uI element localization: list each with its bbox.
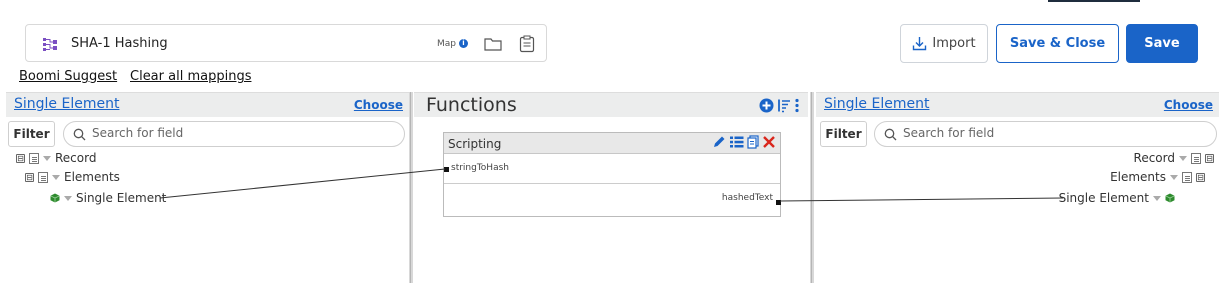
save-and-close-button[interactable]: Save & Close <box>996 24 1119 63</box>
destination-tree-single-element[interactable]: Single Element <box>1059 190 1175 206</box>
source-choose-link[interactable]: Choose <box>354 98 403 112</box>
search-icon <box>884 128 897 141</box>
sort-icon[interactable] <box>777 98 791 113</box>
source-pane-header: Single Element Choose <box>6 93 409 117</box>
info-icon[interactable]: i <box>459 39 468 48</box>
tree-item-label: Single Element <box>1058 191 1149 205</box>
input-port[interactable] <box>444 167 449 172</box>
source-tree-record[interactable]: ⊟ Record <box>16 150 96 166</box>
destination-search-input[interactable] <box>903 126 1153 140</box>
source-filter-button[interactable]: Filter <box>8 121 55 147</box>
output-port[interactable] <box>776 200 781 205</box>
document-icon <box>29 152 39 164</box>
element-cube-icon <box>1165 193 1175 203</box>
destination-tree-elements[interactable]: Elements ⊟ <box>1110 169 1205 185</box>
boomi-suggest-link[interactable]: Boomi Suggest <box>19 69 117 84</box>
source-tree-single-element[interactable]: Single Element <box>50 190 166 206</box>
collapse-icon[interactable]: ⊟ <box>16 153 25 163</box>
destination-profile-title[interactable]: Single Element <box>824 96 929 112</box>
source-search-input[interactable] <box>92 126 342 140</box>
tree-item-label: Record <box>1133 151 1175 165</box>
tree-item-label: Elements <box>1110 170 1166 184</box>
import-label: Import <box>932 36 976 51</box>
import-button[interactable]: Import <box>900 24 988 63</box>
more-vertical-icon[interactable] <box>794 98 800 113</box>
input-parameter-label: stringToHash <box>451 163 509 173</box>
chevron-down-icon[interactable] <box>1153 195 1161 201</box>
chevron-down-icon[interactable] <box>1170 174 1178 180</box>
map-header-card: SHA-1 Hashing Map i <box>25 24 547 62</box>
folder-icon[interactable] <box>484 36 502 52</box>
functions-pane-header: Functions <box>414 93 808 117</box>
process-map-icon <box>43 38 57 51</box>
map-type-label: Map <box>437 39 456 49</box>
element-cube-icon <box>50 193 60 203</box>
scripting-input-row: stringToHash <box>444 154 780 184</box>
document-icon <box>1182 171 1192 183</box>
collapse-icon[interactable]: ⊟ <box>25 172 34 182</box>
tree-item-label: Elements <box>64 170 120 184</box>
source-search-box[interactable] <box>63 121 405 147</box>
chevron-down-icon[interactable] <box>1179 155 1187 161</box>
tree-item-label: Record <box>55 151 97 165</box>
functions-title: Functions <box>426 94 517 116</box>
destination-filter-button[interactable]: Filter <box>820 121 867 147</box>
pane-splitter-left[interactable] <box>409 92 413 283</box>
pane-splitter-right[interactable] <box>810 92 814 283</box>
destination-search-box[interactable] <box>874 121 1217 147</box>
download-icon <box>913 37 927 51</box>
destination-tree-record[interactable]: Record ⊟ <box>1134 150 1214 166</box>
save-button[interactable]: Save <box>1126 24 1198 63</box>
search-icon <box>73 128 86 141</box>
document-icon <box>38 171 48 183</box>
scripting-node-title: Scripting <box>448 137 502 151</box>
top-tab-indicator <box>1048 0 1140 2</box>
scripting-function-node[interactable]: Scripting stringToHash hashedText <box>443 132 781 217</box>
destination-pane-header: Single Element Choose <box>816 93 1219 117</box>
scripting-node-header[interactable]: Scripting <box>444 133 780 154</box>
destination-choose-link[interactable]: Choose <box>1164 98 1213 112</box>
document-icon <box>1191 152 1201 164</box>
source-tree-elements[interactable]: ⊟ Elements <box>25 169 120 185</box>
list-icon[interactable] <box>729 135 744 149</box>
collapse-icon[interactable]: ⊟ <box>1196 172 1205 182</box>
add-function-icon[interactable] <box>759 98 774 113</box>
output-parameter-label: hashedText <box>721 193 773 203</box>
close-icon[interactable] <box>762 135 776 149</box>
source-profile-title[interactable]: Single Element <box>14 96 119 112</box>
chevron-down-icon[interactable] <box>52 174 60 180</box>
tree-item-label: Single Element <box>76 191 167 205</box>
collapse-icon[interactable]: ⊟ <box>1205 153 1214 163</box>
chevron-down-icon[interactable] <box>43 155 51 161</box>
destination-profile-pane: Single Element Choose Filter Record ⊟ El… <box>816 92 1219 283</box>
chevron-down-icon[interactable] <box>64 195 72 201</box>
clipboard-icon[interactable] <box>519 35 535 53</box>
map-title: SHA-1 Hashing <box>71 36 168 51</box>
source-profile-pane: Single Element Choose Filter ⊟ Record ⊟ … <box>6 92 409 283</box>
edit-icon[interactable] <box>712 135 726 149</box>
copy-icon[interactable] <box>747 135 759 149</box>
clear-all-mappings-link[interactable]: Clear all mappings <box>130 69 251 84</box>
